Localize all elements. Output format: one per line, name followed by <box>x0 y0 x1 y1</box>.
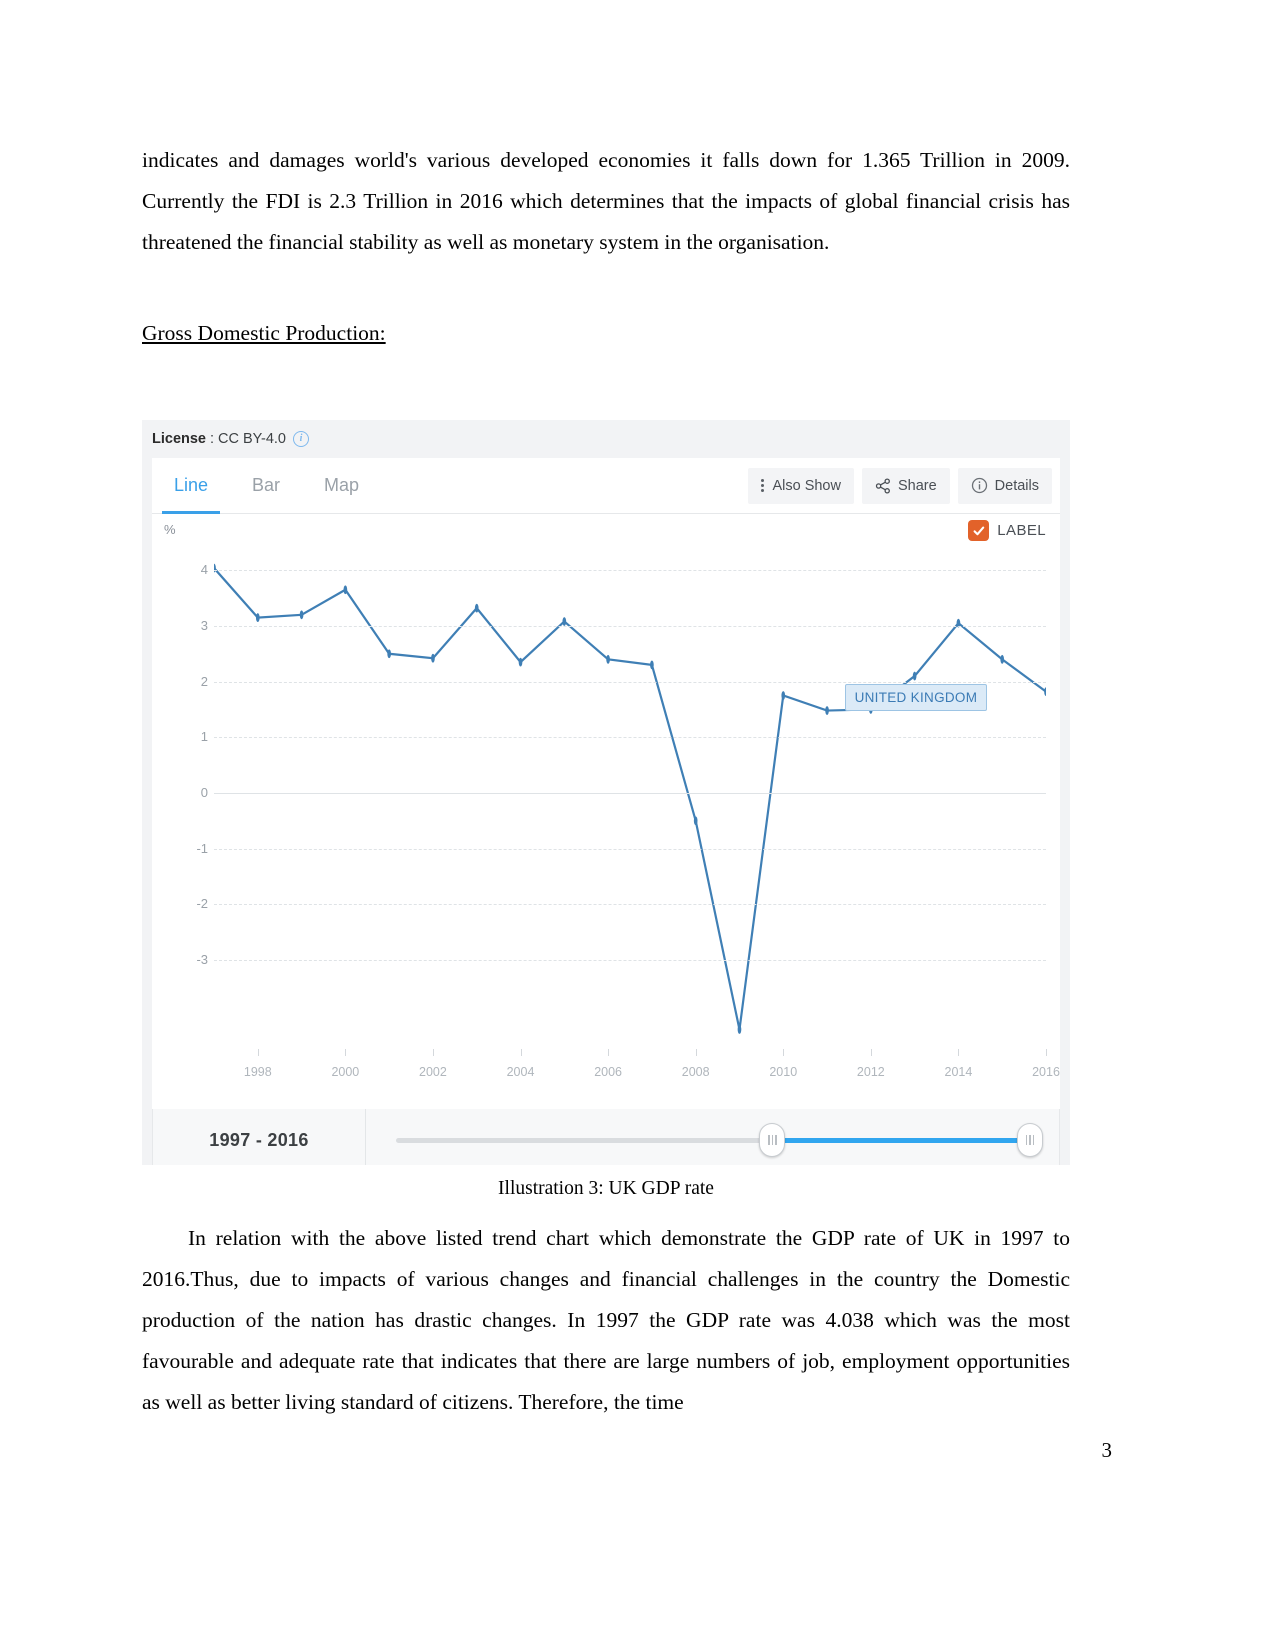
country-badge[interactable]: UNITED KINGDOM <box>844 684 988 712</box>
gridline <box>214 792 1046 794</box>
x-axis-tick-mark <box>783 1049 785 1056</box>
data-point[interactable] <box>299 610 304 620</box>
y-axis-tick: 3 <box>200 617 208 633</box>
x-axis-tick-mark <box>1046 1049 1047 1056</box>
x-axis-tick: 2000 <box>331 1065 360 1079</box>
y-axis-tick: 1 <box>200 729 208 745</box>
also-show-label: Also Show <box>772 477 841 494</box>
gridline <box>214 904 1046 906</box>
x-axis-tick: 2014 <box>944 1065 973 1079</box>
checkbox-checked-icon[interactable] <box>968 520 990 541</box>
x-axis-tick-mark <box>870 1049 872 1056</box>
y-axis-tick: -1 <box>196 840 208 856</box>
x-axis-tick-mark <box>257 1049 259 1056</box>
data-point[interactable] <box>650 660 654 670</box>
also-show-button[interactable]: Also Show <box>748 467 854 504</box>
data-point[interactable] <box>606 654 610 664</box>
share-button[interactable]: Share <box>861 467 950 504</box>
paragraph-analysis: In relation with the above listed trend … <box>142 1218 1070 1423</box>
data-point[interactable] <box>431 653 435 663</box>
chart-toolbar: Line Bar Map Also Show Share Details <box>152 458 1060 514</box>
gridline <box>214 959 1046 961</box>
tab-line[interactable]: Line <box>152 458 230 514</box>
details-label: Details <box>994 477 1039 494</box>
y-axis-tick: -3 <box>196 951 208 967</box>
license-value: CC BY-4.0 <box>218 431 286 447</box>
y-axis-unit-label: % <box>164 522 176 537</box>
share-icon <box>875 477 891 494</box>
data-point[interactable] <box>825 706 829 715</box>
data-point[interactable] <box>693 816 698 826</box>
paragraph-analysis-text: In relation with the above listed trend … <box>142 1226 1070 1414</box>
label-toggle-text: LABEL <box>997 522 1046 539</box>
y-axis-tick: 0 <box>200 784 208 800</box>
chart-widget: License : CC BY-4.0 i Line Bar Map Also … <box>142 420 1070 1165</box>
data-point[interactable] <box>518 657 523 667</box>
x-axis-tick: 2010 <box>769 1065 798 1079</box>
x-axis-tick-mark <box>608 1049 610 1056</box>
tab-bar[interactable]: Bar <box>230 458 302 513</box>
data-point[interactable] <box>737 1025 742 1034</box>
gridline <box>214 681 1046 683</box>
data-point[interactable] <box>343 585 348 595</box>
y-axis-tick: 4 <box>200 562 208 578</box>
chart-type-tabs: Line Bar Map <box>152 458 381 514</box>
x-axis-tick: 2008 <box>681 1065 710 1079</box>
x-axis-tick-mark <box>520 1049 522 1056</box>
paragraph-intro: indicates and damages world's various de… <box>142 148 1070 254</box>
x-axis-tick-mark <box>432 1049 434 1056</box>
x-axis-tick: 2012 <box>856 1065 885 1079</box>
tab-map[interactable]: Map <box>302 458 381 513</box>
data-point[interactable] <box>912 671 917 681</box>
data-point[interactable] <box>387 649 391 659</box>
chart-plot-area: % LABEL UNITED KINGDOM 4 3 2 1 0 -1 -2 -3 1998 20… <box>152 514 1060 1109</box>
document-page: indicates and damages world's various de… <box>0 0 1275 1650</box>
data-point[interactable] <box>474 603 479 613</box>
gridline <box>214 625 1046 627</box>
data-point[interactable] <box>1044 687 1046 697</box>
gridline <box>214 737 1046 739</box>
time-range-slider: 1997 - 2016 <box>152 1109 1060 1165</box>
data-point[interactable] <box>562 617 567 626</box>
slider-track-active <box>771 1137 1031 1143</box>
x-axis-tick: 2016 <box>1032 1065 1060 1079</box>
y-axis-tick: 2 <box>200 673 208 689</box>
slider-knob-end[interactable] <box>1017 1123 1043 1157</box>
figure-caption: Illustration 3: UK GDP rate <box>498 1178 714 1199</box>
details-button[interactable]: Details <box>957 467 1052 504</box>
gridline <box>214 848 1046 850</box>
share-label: Share <box>897 477 937 494</box>
x-axis-tick: 2006 <box>594 1065 622 1079</box>
x-axis-tick-mark <box>345 1049 347 1056</box>
plot-canvas: UNITED KINGDOM 4 3 2 1 0 -1 -2 -3 1998 2000 2002 20… <box>196 548 1059 1079</box>
x-axis-tick: 1998 <box>243 1065 272 1079</box>
chart-card: Line Bar Map Also Show Share Details % L… <box>152 458 1060 1109</box>
x-axis-tick: 2002 <box>419 1065 447 1079</box>
data-point[interactable] <box>781 691 786 700</box>
license-separator: : <box>210 431 215 447</box>
toolbar-actions: Also Show Share Details <box>748 458 1060 513</box>
x-axis-tick-mark <box>958 1049 960 1056</box>
x-axis-tick: 2004 <box>506 1065 535 1079</box>
license-label: License <box>152 431 206 447</box>
info-circle-icon <box>971 477 988 494</box>
label-toggle[interactable]: LABEL <box>968 520 1046 541</box>
y-axis-tick: -2 <box>196 896 208 912</box>
data-point[interactable] <box>255 613 260 622</box>
data-point[interactable] <box>1000 654 1005 664</box>
license-bar: License : CC BY-4.0 i <box>142 420 1070 458</box>
page-number: 3 <box>1101 1438 1113 1462</box>
kebab-menu-icon <box>761 478 765 493</box>
range-label: 1997 - 2016 <box>153 1109 366 1165</box>
line-series <box>214 563 1046 1034</box>
info-circle-icon[interactable]: i <box>293 431 309 447</box>
slider-knob-start[interactable] <box>759 1123 786 1157</box>
slider-area[interactable] <box>366 1109 1059 1165</box>
x-axis-tick-mark <box>695 1049 697 1056</box>
gridline <box>214 570 1046 572</box>
section-heading-gdp: Gross Domestic Production: <box>142 321 386 345</box>
